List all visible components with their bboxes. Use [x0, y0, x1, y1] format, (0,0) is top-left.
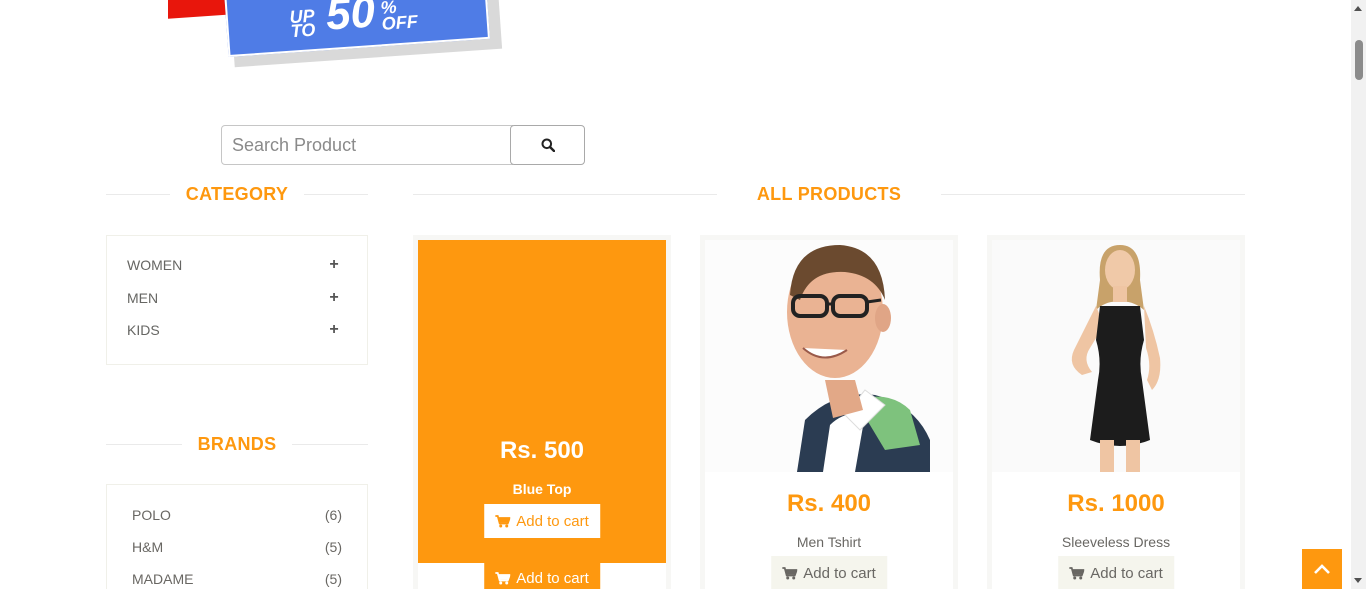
product-overlay: Rs. 500 Blue Top Add to cart	[418, 240, 666, 563]
category-label: WOMEN	[127, 257, 183, 274]
brands-heading: BRANDS	[106, 434, 368, 455]
search-bar	[221, 125, 585, 165]
promo-banner: UP TO 50 % OFF	[160, 0, 520, 70]
divider	[106, 444, 182, 445]
search-button[interactable]	[510, 125, 585, 165]
add-to-cart-label: Add to cart	[803, 564, 876, 582]
scroll-arrow-down-icon[interactable]	[1354, 578, 1362, 583]
category-label: MEN	[127, 289, 159, 306]
shopping-cart-icon	[495, 514, 511, 527]
woman-photo	[992, 240, 1240, 472]
add-to-cart-button[interactable]: Add to cart	[484, 504, 600, 538]
banner-off: % OFF	[380, 0, 419, 34]
divider	[941, 194, 1245, 195]
man-photo	[705, 240, 953, 472]
products-heading: ALL PRODUCTS	[413, 184, 1245, 205]
brand-item-hm[interactable]: H&M (5)	[132, 531, 342, 563]
shopping-cart-icon	[1069, 566, 1085, 579]
product-name: Blue Top	[512, 481, 572, 497]
category-heading: CATEGORY	[106, 184, 368, 205]
scroll-arrow-up-icon[interactable]	[1354, 6, 1362, 11]
page-scrollbar[interactable]	[1351, 0, 1366, 589]
plus-icon[interactable]: +	[327, 289, 341, 307]
banner-to-text: TO	[290, 19, 317, 42]
category-panel: WOMEN + MEN + KIDS +	[106, 235, 368, 365]
brands-panel: POLO (6) H&M (5) MADAME (5)	[106, 484, 368, 589]
category-item-women[interactable]: WOMEN +	[127, 249, 341, 282]
brand-item-madame[interactable]: MADAME (5)	[132, 563, 342, 589]
plus-icon[interactable]: +	[327, 321, 341, 339]
category-label: KIDS	[127, 322, 160, 339]
brand-item-polo[interactable]: POLO (6)	[132, 499, 342, 531]
products-title: ALL PRODUCTS	[756, 184, 902, 204]
scroll-up-button[interactable]	[1302, 549, 1342, 589]
brand-count: (5)	[324, 539, 342, 555]
brand-label: MADAME	[132, 571, 194, 587]
category-item-men[interactable]: MEN +	[127, 282, 341, 315]
category-title: CATEGORY	[185, 184, 289, 204]
product-name: Sleeveless Dress	[1061, 534, 1171, 550]
add-to-cart-label: Add to cart	[516, 569, 589, 587]
product-image	[705, 240, 953, 472]
product-price: Rs. 400	[786, 490, 872, 517]
brand-label: H&M	[132, 539, 164, 555]
divider	[292, 444, 368, 445]
shopping-cart-icon	[495, 571, 511, 584]
product-price: Rs. 500	[499, 437, 585, 464]
banner-off-text: OFF	[381, 11, 419, 34]
product-name: Men Tshirt	[796, 534, 862, 550]
shopping-cart-icon	[782, 566, 798, 579]
divider	[106, 194, 170, 195]
add-to-cart-button[interactable]: Add to cart	[1058, 556, 1174, 589]
banner-value: 50	[324, 0, 377, 40]
banner-upto: UP TO	[284, 6, 322, 42]
chevron-up-icon	[1314, 564, 1330, 574]
brand-count: (5)	[324, 571, 342, 587]
brand-label: POLO	[132, 507, 171, 523]
add-to-cart-label: Add to cart	[1090, 564, 1163, 582]
brand-count: (6)	[324, 507, 342, 523]
search-input[interactable]	[221, 125, 513, 165]
scrollbar-thumb[interactable]	[1355, 40, 1363, 80]
product-card: Rs. 400 Men Tshirt Add to cart	[700, 235, 958, 589]
add-to-cart-button[interactable]: Add to cart	[771, 556, 887, 589]
divider	[304, 194, 368, 195]
category-item-kids[interactable]: KIDS +	[127, 314, 341, 347]
product-card: Rs. 1000 Sleeveless Dress Add to cart	[987, 235, 1245, 589]
divider	[413, 194, 717, 195]
product-image	[992, 240, 1240, 472]
product-card: Rs. 500 Blue Top Add to cart Add to cart	[413, 235, 671, 589]
product-price: Rs. 1000	[1067, 490, 1165, 517]
add-to-cart-button[interactable]: Add to cart	[484, 561, 600, 589]
add-to-cart-label: Add to cart	[516, 512, 589, 530]
brands-title: BRANDS	[197, 434, 277, 454]
search-icon	[541, 138, 555, 152]
plus-icon[interactable]: +	[327, 256, 341, 274]
